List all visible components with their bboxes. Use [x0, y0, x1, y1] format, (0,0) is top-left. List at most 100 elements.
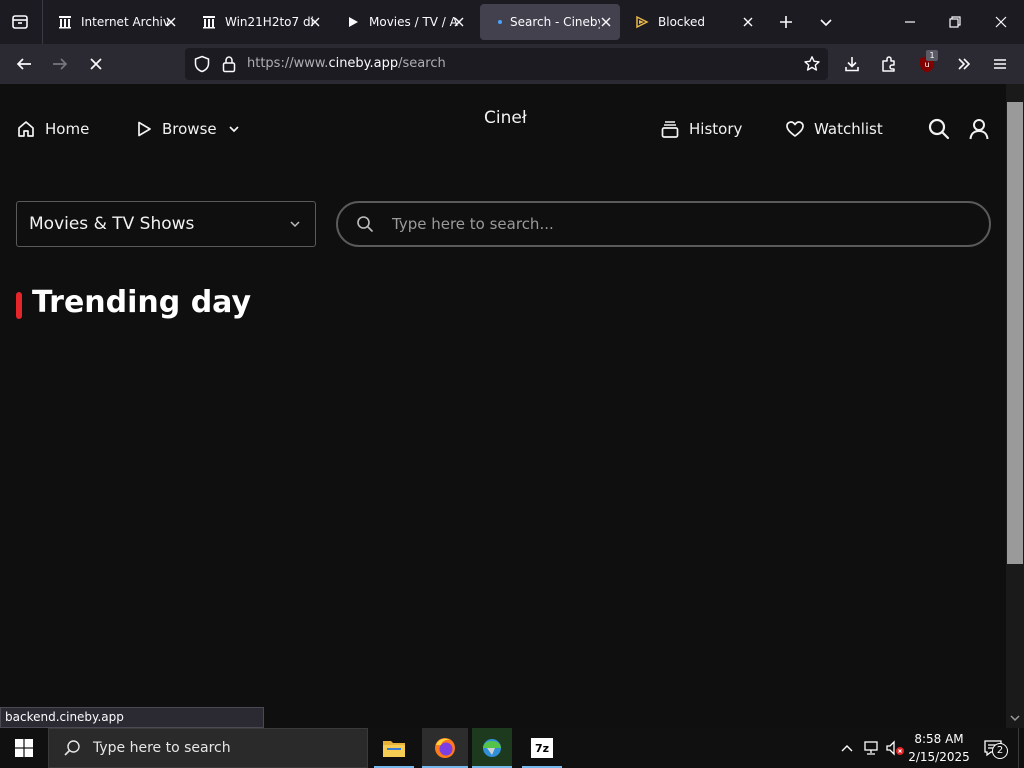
tab-search-cineby[interactable]: Search - Cineby — [480, 4, 620, 40]
category-select-value: Movies & TV Shows — [29, 214, 195, 234]
clock-date: 2/15/2025 — [908, 750, 970, 764]
ublock-origin-button[interactable]: u 1 — [913, 50, 941, 78]
heart-icon — [786, 121, 804, 137]
nav-browse-link[interactable]: Browse — [135, 114, 241, 144]
chevron-up-icon — [841, 745, 853, 752]
chevron-down-icon — [290, 221, 300, 228]
scroll-down-arrow-icon[interactable] — [1010, 714, 1020, 722]
play-icon — [138, 121, 151, 137]
tab-title: Search - Cineby — [510, 15, 600, 29]
tab-win21h2to7[interactable]: Win21H2to7 dir — [189, 4, 329, 40]
account-button[interactable] — [968, 114, 999, 144]
search-input[interactable] — [392, 203, 972, 245]
site-search-button[interactable] — [928, 114, 959, 144]
close-tab-icon[interactable] — [451, 14, 467, 30]
network-tray-button[interactable] — [861, 738, 881, 758]
back-arrow-icon — [16, 58, 31, 70]
search-icon — [64, 740, 80, 756]
taskbar-search-placeholder: Type here to search — [93, 740, 231, 756]
puzzle-piece-icon — [882, 56, 895, 72]
play-icon — [345, 14, 361, 30]
internet-download-manager-icon — [483, 739, 501, 757]
close-window-button[interactable] — [981, 0, 1021, 44]
minimize-button[interactable] — [890, 0, 930, 44]
downloads-button[interactable] — [838, 50, 866, 78]
section-accent-bar — [16, 292, 22, 319]
forward-arrow-icon — [53, 58, 68, 70]
svg-text:u: u — [924, 60, 929, 69]
tab-movies-tv[interactable]: Movies / TV / An — [333, 4, 473, 40]
status-link-preview: backend.cineby.app — [0, 707, 264, 728]
network-icon — [864, 741, 878, 755]
url-bar[interactable]: https://www.cineby.app/search — [185, 48, 828, 80]
taskbar-search-box[interactable]: Type here to search — [48, 728, 368, 768]
taskbar-internet-download-manager[interactable] — [472, 728, 512, 768]
restore-button[interactable] — [935, 0, 975, 44]
search-box[interactable] — [336, 201, 991, 247]
page-scrollbar[interactable] — [1006, 84, 1024, 728]
file-explorer-icon — [383, 741, 405, 757]
tab-title: Movies / TV / An — [369, 15, 459, 29]
hamburger-menu-icon — [994, 59, 1006, 69]
action-center-button[interactable]: 2 — [980, 736, 1008, 760]
new-tab-button[interactable] — [774, 10, 798, 34]
stop-loading-button[interactable] — [82, 50, 110, 78]
category-select[interactable]: Movies & TV Shows — [16, 201, 316, 247]
back-button[interactable] — [10, 50, 38, 78]
nav-home-label: Home — [45, 120, 90, 138]
close-tab-icon[interactable] — [740, 14, 756, 30]
double-chevron-right-icon — [958, 58, 971, 70]
tracking-protection-shield-icon[interactable] — [193, 55, 211, 77]
tab-bar: Internet Archive Win21H2to7 dir Movies /… — [0, 0, 1024, 44]
tab-blocked[interactable]: Blocked — [622, 4, 762, 40]
stop-icon — [90, 58, 102, 70]
url-path: /search — [398, 56, 446, 71]
show-hidden-icons-button[interactable] — [838, 738, 856, 758]
archive-icon — [201, 14, 217, 30]
lock-icon[interactable] — [221, 55, 237, 77]
tab-title: Internet Archive — [81, 15, 171, 29]
firefox-view-button[interactable] — [8, 10, 32, 34]
nav-history-link[interactable]: History — [660, 114, 742, 144]
bookmark-star-icon[interactable] — [803, 55, 821, 77]
close-tab-icon[interactable] — [307, 14, 323, 30]
nav-browse-label: Browse — [162, 120, 217, 138]
nav-watchlist-link[interactable]: Watchlist — [785, 114, 883, 144]
taskbar-firefox[interactable] — [422, 728, 468, 768]
7zip-icon-label: 7z — [534, 741, 550, 755]
list-all-tabs-button[interactable] — [814, 10, 838, 34]
show-desktop-button[interactable] — [1018, 728, 1024, 768]
tab-internet-archive[interactable]: Internet Archive — [45, 4, 185, 40]
extensions-button[interactable] — [875, 50, 903, 78]
taskbar-file-explorer[interactable] — [374, 728, 414, 768]
search-icon — [357, 216, 373, 232]
start-button[interactable] — [4, 728, 44, 768]
volume-muted-icon — [886, 740, 904, 756]
close-tab-icon[interactable] — [163, 14, 179, 30]
taskbar-clock[interactable]: 8:58 AM 2/15/2025 — [906, 730, 972, 766]
web-page: Home Browse Cineł History Watchlist Movi… — [0, 84, 1006, 728]
site-logo[interactable]: Cineł — [484, 108, 527, 128]
chevron-down-icon — [820, 19, 832, 27]
app-menu-button[interactable] — [986, 50, 1014, 78]
url-host: cineby.app — [328, 56, 399, 71]
7zip-icon: 7z — [531, 738, 553, 758]
windows-logo-icon — [15, 739, 33, 757]
notification-count-badge: 2 — [992, 743, 1008, 759]
url-text[interactable]: https://www.cineby.app/search — [247, 48, 446, 80]
tabbar-divider — [42, 0, 43, 44]
forward-button[interactable] — [46, 50, 74, 78]
nav-home-link[interactable]: Home — [16, 114, 89, 144]
history-stack-icon — [661, 121, 679, 138]
taskbar-7zip[interactable]: 7z — [522, 728, 562, 768]
archive-icon — [57, 14, 73, 30]
more-tools-button[interactable] — [950, 50, 978, 78]
close-tab-icon[interactable] — [598, 14, 614, 30]
url-prefix: https://www. — [247, 56, 329, 71]
volume-tray-button[interactable] — [884, 738, 906, 758]
firefox-view-icon — [12, 15, 28, 29]
screen: Internet Archive Win21H2to7 dir Movies /… — [0, 0, 1024, 768]
windows-taskbar: Type here to search 7z 8:58 AM 2/15/2025… — [0, 728, 1024, 768]
scrollbar-thumb[interactable] — [1007, 102, 1023, 564]
restore-icon — [949, 16, 961, 28]
